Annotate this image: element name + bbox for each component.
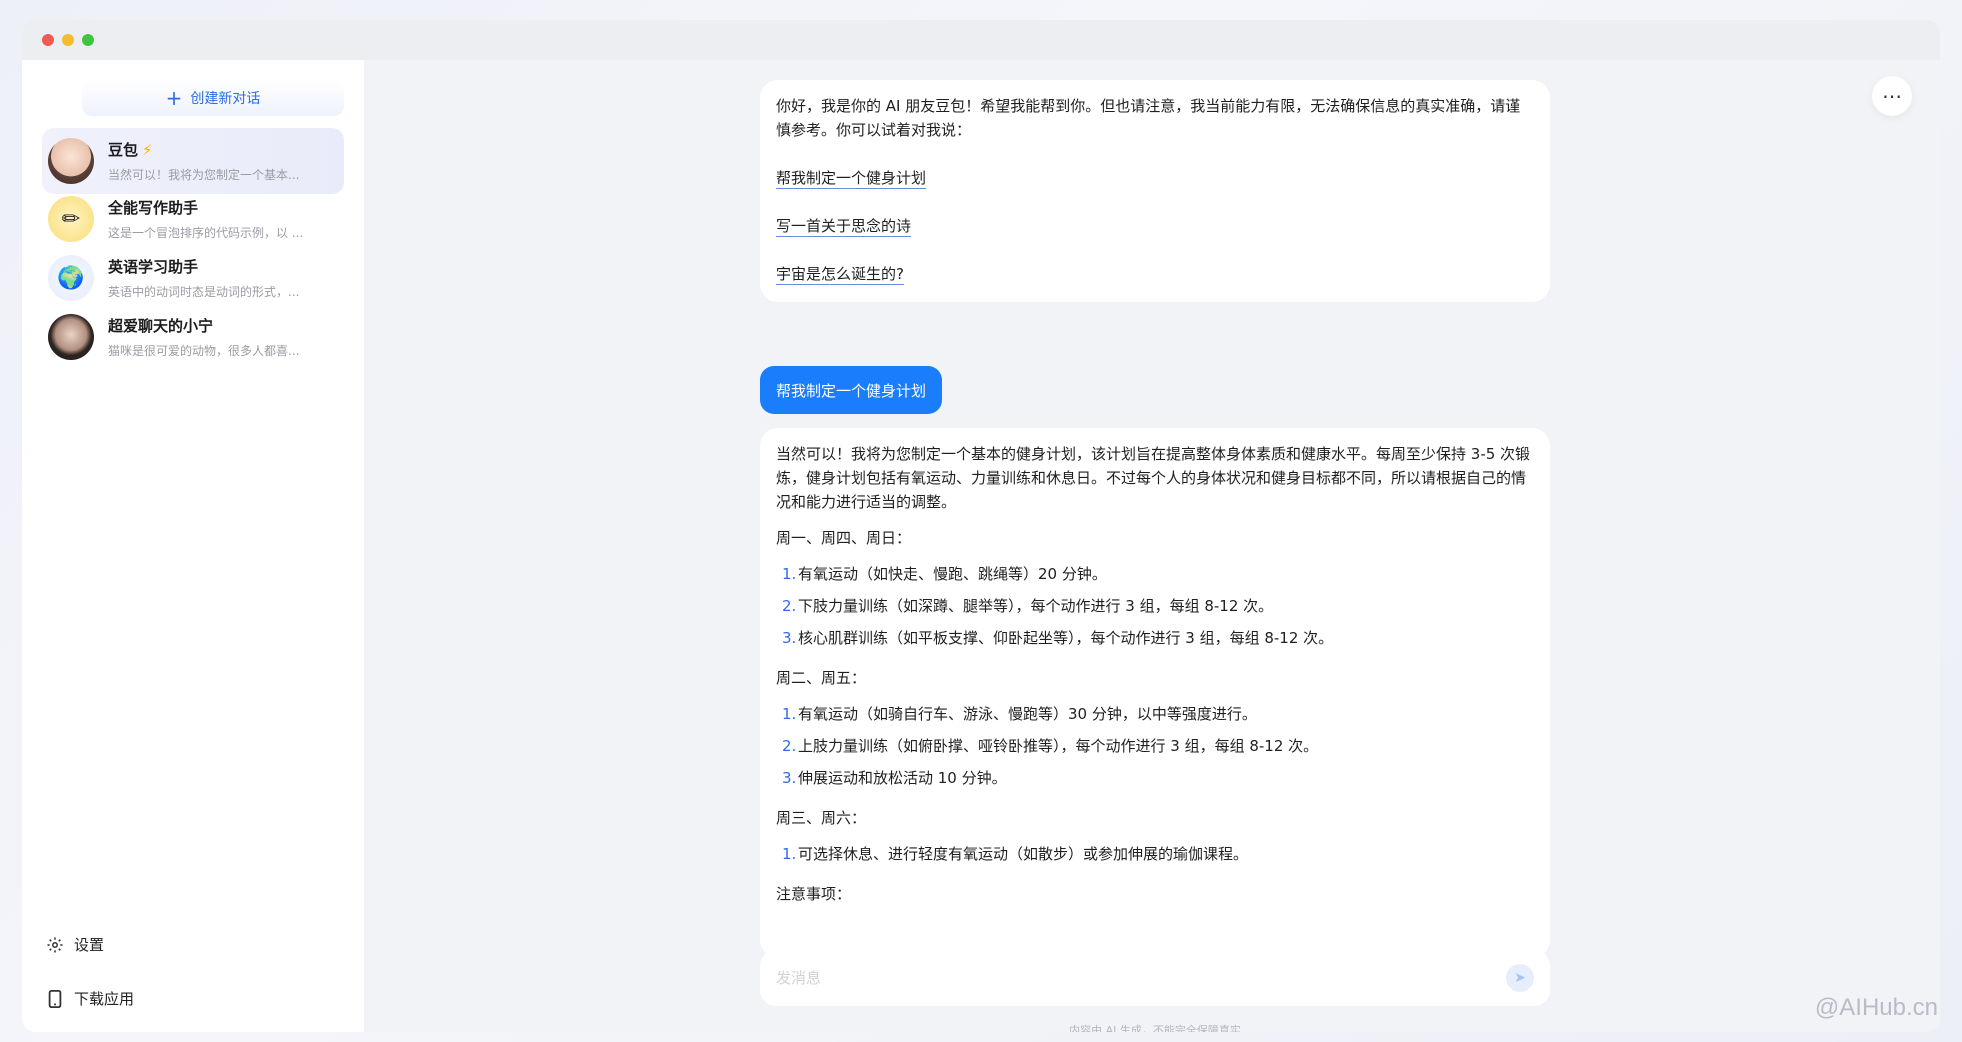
list-item: 2. 上肢力量训练（如俯卧撑、哑铃卧推等），每个动作进行 3 组，每组 8-12 … bbox=[782, 737, 1319, 755]
conversation-preview: 英语中的动词时态是动词的形式，... bbox=[108, 285, 300, 299]
conversation-preview: 当然可以！我将为您制定一个基本... bbox=[108, 168, 300, 182]
minimize-window-button[interactable] bbox=[62, 34, 74, 46]
globe-icon: 🌍 bbox=[48, 255, 94, 301]
section-heading: 周一、周四、周日： bbox=[776, 529, 912, 547]
conversation-item-writing-assistant[interactable]: ✏ 全能写作助手 这是一个冒泡排序的代码示例，以 ... bbox=[42, 186, 344, 252]
more-horizontal-icon: ⋯ bbox=[1882, 84, 1902, 108]
conversation-item-english-assistant[interactable]: 🌍 英语学习助手 英语中的动词时态是动词的形式，... bbox=[42, 245, 344, 311]
message-input[interactable] bbox=[776, 969, 1506, 987]
answer-intro: 当然可以！我将为您制定一个基本的健身计划，该计划旨在提高整体身体素质和健康水平。… bbox=[776, 445, 1531, 511]
new-chat-label: 创建新对话 bbox=[190, 91, 261, 107]
list-item: 1. 有氧运动（如快走、慢跑、跳绳等）20 分钟。 bbox=[782, 565, 1107, 583]
pencil-icon: ✏ bbox=[48, 196, 94, 242]
xiaoning-avatar bbox=[48, 314, 94, 360]
exercise-list: 1. 可选择休息、进行轻度有氧运动（如散步）或参加伸展的瑜伽课程。 bbox=[776, 838, 1534, 870]
more-options-button[interactable]: ⋯ bbox=[1872, 76, 1912, 116]
download-app-button[interactable]: 下载应用 bbox=[46, 988, 134, 1009]
phone-icon bbox=[46, 989, 64, 1008]
section-heading: 注意事项： bbox=[776, 885, 852, 903]
gear-icon bbox=[46, 936, 64, 954]
suggestion-link[interactable]: 写一首关于思念的诗 bbox=[776, 216, 912, 237]
user-message: 帮我制定一个健身计划 bbox=[760, 366, 943, 414]
title-bar bbox=[22, 20, 1940, 60]
conversation-title: 英语学习助手 bbox=[108, 258, 199, 276]
list-item: 3. 伸展运动和放松活动 10 分钟。 bbox=[782, 769, 1007, 787]
settings-button[interactable]: 设置 bbox=[46, 934, 104, 955]
section-heading: 周三、周六： bbox=[776, 809, 867, 827]
ai-disclaimer: 内容由 AI 生成，不能完全保障真实 bbox=[1069, 1024, 1241, 1032]
list-item: 1. 可选择休息、进行轻度有氧运动（如散步）或参加伸展的瑜伽课程。 bbox=[782, 845, 1249, 863]
ai-greeting-message: 你好，我是你的 AI 朋友豆包！希望我能帮到你。但也请注意，我当前能力有限，无法… bbox=[760, 80, 1550, 302]
app-window: + 创建新对话 豆包 ⚡ 当然可以！我将为您制定一个基本... ✏ 全能写作助手 … bbox=[22, 20, 1940, 1032]
new-chat-button[interactable]: + 创建新对话 bbox=[82, 80, 344, 116]
conversation-title: 全能写作助手 bbox=[108, 199, 199, 217]
exercise-list: 1. 有氧运动（如骑自行车、游泳、慢跑等）30 分钟，以中等强度进行。 2. 上肢力… bbox=[776, 698, 1534, 794]
send-icon[interactable]: ➤ bbox=[1506, 964, 1534, 992]
maximize-window-button[interactable] bbox=[82, 34, 94, 46]
conversation-preview: 猫咪是很可爱的动物，很多人都喜... bbox=[108, 344, 300, 358]
conversation-title: 豆包 bbox=[108, 141, 139, 159]
section-heading: 周二、周五： bbox=[776, 669, 867, 687]
close-window-button[interactable] bbox=[42, 34, 54, 46]
conversation-title: 超爱聊天的小宁 bbox=[108, 317, 214, 335]
settings-label: 设置 bbox=[74, 936, 105, 954]
list-item: 2. 下肢力量训练（如深蹲、腿举等），每个动作进行 3 组，每组 8-12 次。 bbox=[782, 597, 1274, 615]
watermark: @AIHub.cn bbox=[1814, 994, 1938, 1021]
lightning-icon: ⚡ bbox=[142, 141, 153, 159]
download-app-label: 下载应用 bbox=[74, 990, 135, 1008]
conversation-item-xiaoning[interactable]: 超爱聊天的小宁 猫咪是很可爱的动物，很多人都喜... bbox=[42, 304, 344, 370]
plus-icon: + bbox=[165, 86, 183, 110]
conversation-item-doubao[interactable]: 豆包 ⚡ 当然可以！我将为您制定一个基本... bbox=[42, 128, 344, 194]
suggestion-link[interactable]: 宇宙是怎么诞生的? bbox=[776, 264, 904, 285]
doubao-avatar bbox=[48, 138, 94, 184]
chat-area: ⋯ 你好，我是你的 AI 朋友豆包！希望我能帮到你。但也请注意，我当前能力有限，… bbox=[364, 60, 1940, 1032]
sidebar: + 创建新对话 豆包 ⚡ 当然可以！我将为您制定一个基本... ✏ 全能写作助手 … bbox=[22, 60, 364, 1032]
ai-answer-message: 当然可以！我将为您制定一个基本的健身计划，该计划旨在提高整体身体素质和健康水平。… bbox=[760, 428, 1550, 958]
message-composer: ➤ bbox=[760, 950, 1550, 1006]
greeting-text: 你好，我是你的 AI 朋友豆包！希望我能帮到你。但也请注意，我当前能力有限，无法… bbox=[776, 97, 1521, 139]
list-item: 1. 有氧运动（如骑自行车、游泳、慢跑等）30 分钟，以中等强度进行。 bbox=[782, 705, 1257, 723]
user-message-text: 帮我制定一个健身计划 bbox=[776, 381, 927, 400]
exercise-list: 1. 有氧运动（如快走、慢跑、跳绳等）20 分钟。 2. 下肢力量训练（如深蹲、腿举… bbox=[776, 558, 1534, 654]
list-item: 3. 核心肌群训练（如平板支撑、仰卧起坐等），每个动作进行 3 组，每组 8-12… bbox=[782, 629, 1334, 647]
conversation-preview: 这是一个冒泡排序的代码示例，以 ... bbox=[108, 226, 304, 240]
suggestion-link[interactable]: 帮我制定一个健身计划 bbox=[776, 168, 927, 189]
